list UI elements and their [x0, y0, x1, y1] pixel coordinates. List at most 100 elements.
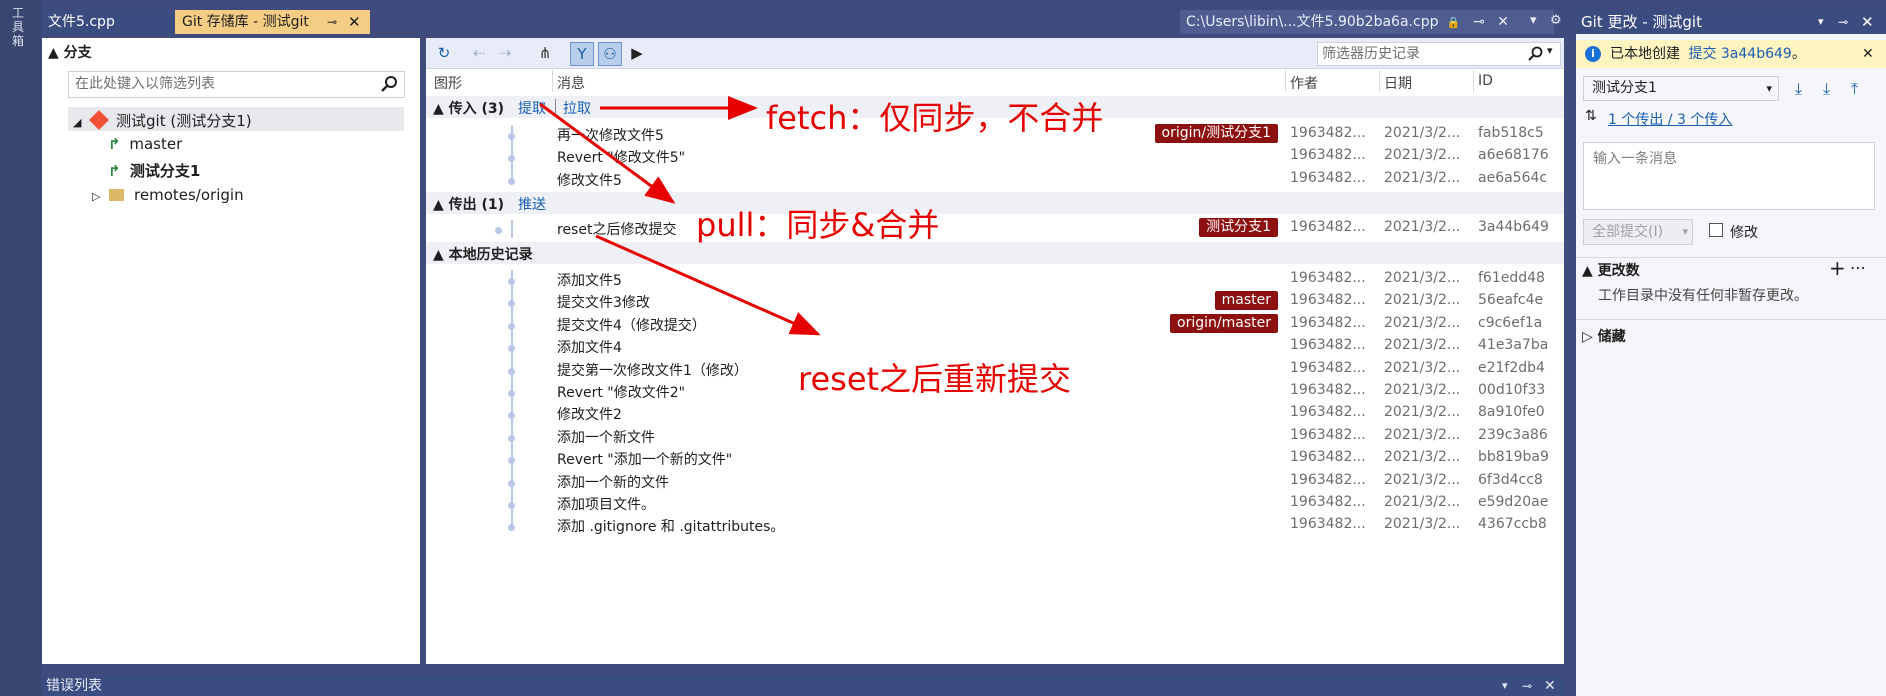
commit-date[interactable]: 2021/3/2... — [1384, 449, 1460, 465]
section-outgoing[interactable] — [426, 192, 1564, 214]
branches-header[interactable]: ▲ 分支 — [48, 42, 92, 62]
commit-author[interactable]: 1963482... — [1290, 449, 1366, 465]
commit-author[interactable]: 1963482... — [1290, 472, 1366, 488]
close-icon[interactable]: ✕ — [1497, 14, 1509, 30]
pin-icon[interactable]: ⊸ — [327, 10, 337, 34]
pull-icon[interactable]: ⇢ — [494, 42, 516, 64]
commit-message[interactable]: Revert "修改文件2" — [557, 382, 685, 402]
commit-date[interactable]: 2021/3/2... — [1384, 219, 1460, 235]
commit-author[interactable]: 1963482... — [1290, 219, 1366, 235]
commit-message[interactable]: 提交第一次修改文件1（修改） — [557, 360, 748, 380]
col-divider[interactable] — [552, 70, 553, 92]
branch-filter-input[interactable]: 在此处键入以筛选列表 — [68, 71, 405, 98]
branch-select[interactable]: 测试分支1 ▾ — [1583, 76, 1779, 101]
commit-id[interactable]: fab518c5 — [1478, 125, 1544, 141]
commit-id[interactable]: 239c3a86 — [1478, 427, 1548, 443]
tab-file-path[interactable]: C:\Users\libin\...文件5.90b2ba6a.cpp 🔒 ⊸ ✕ — [1180, 10, 1554, 34]
commit-date[interactable]: 2021/3/2... — [1384, 360, 1460, 376]
commit-message[interactable]: 提交文件3修改 — [557, 292, 650, 312]
commit-id[interactable]: bb819ba9 — [1478, 449, 1549, 465]
commit-id[interactable]: 3a44b649 — [1478, 219, 1549, 235]
commit-id[interactable]: a6e68176 — [1478, 147, 1549, 163]
commit-author[interactable]: 1963482... — [1290, 270, 1366, 286]
commit-author[interactable]: 1963482... — [1290, 292, 1366, 308]
commit-author[interactable]: 1963482... — [1290, 170, 1366, 186]
commit-id[interactable]: e59d20ae — [1478, 494, 1548, 510]
col-id[interactable]: ID — [1478, 73, 1493, 89]
history-search-input[interactable]: 筛选器历史记录 — [1317, 42, 1561, 66]
commit-message[interactable]: 提交文件4（修改提交） — [557, 315, 706, 335]
branch-badge[interactable]: origin/测试分支1 — [1154, 124, 1278, 143]
tab-git-repository[interactable]: Git 存储库 - 测试git ⊸ ✕ — [175, 10, 370, 34]
toolbox-strip[interactable]: 工具箱 — [0, 0, 41, 696]
col-message[interactable]: 消息 — [557, 73, 585, 93]
commit-id[interactable]: c9c6ef1a — [1478, 315, 1542, 331]
commit-date[interactable]: 2021/3/2... — [1384, 292, 1460, 308]
error-list-bar[interactable]: 错误列表 ▾ ⊸ ✕ — [42, 676, 1564, 696]
col-author[interactable]: 作者 — [1290, 73, 1318, 93]
chevron-down-icon[interactable]: ▾ — [1547, 44, 1553, 57]
commit-date[interactable]: 2021/3/2... — [1384, 170, 1460, 186]
commit-author[interactable]: 1963482... — [1290, 404, 1366, 420]
commit-date[interactable]: 2021/3/2... — [1384, 516, 1460, 532]
git-changes-title[interactable]: Git 更改 - 测试git ▾ ⊸ ✕ — [1576, 10, 1886, 34]
chevron-down-icon[interactable]: ▾ — [1682, 220, 1688, 244]
commit-message-input[interactable]: 输入一条消息 — [1583, 142, 1875, 210]
commit-id[interactable]: 6f3d4cc8 — [1478, 472, 1543, 488]
commit-message[interactable]: 修改文件5 — [557, 170, 622, 190]
commit-link[interactable]: 提交 3a44b649 — [1688, 46, 1791, 62]
branch-badge[interactable]: origin/master — [1170, 314, 1278, 333]
commit-date[interactable]: 2021/3/2... — [1384, 427, 1460, 443]
commit-id[interactable]: f61edd48 — [1478, 270, 1545, 286]
amend-checkbox[interactable] — [1709, 223, 1723, 237]
commit-id[interactable]: e21f2db4 — [1478, 360, 1545, 376]
push-link[interactable]: 推送 — [518, 194, 546, 214]
branch-badge[interactable]: 测试分支1 — [1199, 218, 1278, 237]
commit-message[interactable]: 添加文件4 — [557, 337, 622, 357]
refresh-icon[interactable]: ↻ — [433, 42, 455, 64]
commit-author[interactable]: 1963482... — [1290, 337, 1366, 353]
commit-message[interactable]: 添加一个新文件 — [557, 427, 655, 447]
dropdown-icon[interactable]: ▾ — [1530, 13, 1537, 28]
col-graph[interactable]: 图形 — [434, 73, 462, 93]
commit-message[interactable]: Revert "修改文件5" — [557, 147, 685, 167]
commit-author[interactable]: 1963482... — [1290, 494, 1366, 510]
commit-message[interactable]: 添加文件5 — [557, 270, 622, 290]
fetch-icon[interactable]: ⇠ — [468, 42, 490, 64]
toolbox-label[interactable]: 工具箱 — [12, 6, 28, 48]
tree-item-remotes[interactable]: ▷ remotes/origin — [92, 186, 244, 204]
sync-link[interactable]: 1 个传出 / 3 个传入 — [1608, 109, 1732, 129]
col-divider[interactable] — [1285, 70, 1286, 92]
tab-file5-cpp[interactable]: 文件5.cpp — [41, 10, 175, 34]
col-divider[interactable] — [1473, 70, 1474, 92]
outgoing-label[interactable]: ▲ 传出 (1) — [433, 194, 504, 214]
commit-date[interactable]: 2021/3/2... — [1384, 125, 1460, 141]
commit-author[interactable]: 1963482... — [1290, 360, 1366, 376]
commit-date[interactable]: 2021/3/2... — [1384, 147, 1460, 163]
commit-id[interactable]: 8a910fe0 — [1478, 404, 1545, 420]
commit-message[interactable]: 再一次修改文件5 — [557, 125, 664, 145]
stashes-header[interactable]: ▷ 储藏 — [1582, 326, 1626, 346]
local-label[interactable]: ▲ 本地历史记录 — [433, 244, 533, 264]
expand-icon[interactable]: ▷ — [92, 190, 100, 203]
pin-icon[interactable]: ⊸ — [1838, 10, 1848, 34]
commit-date[interactable]: 2021/3/2... — [1384, 404, 1460, 420]
commit-id[interactable]: 41e3a7ba — [1478, 337, 1548, 353]
commit-date[interactable]: 2021/3/2... — [1384, 472, 1460, 488]
commit-id[interactable]: 56eafc4e — [1478, 292, 1543, 308]
pull-icon[interactable]: ⤓ — [1823, 79, 1830, 99]
gear-icon[interactable]: ⚙ — [1550, 13, 1562, 28]
tree-item-master[interactable]: ↱ master — [108, 135, 182, 153]
pull-link[interactable]: 拉取 — [563, 98, 591, 118]
commit-id[interactable]: 4367ccb8 — [1478, 516, 1547, 532]
commit-message[interactable]: 添加 .gitignore 和 .gitattributes。 — [557, 516, 784, 536]
commit-author[interactable]: 1963482... — [1290, 427, 1366, 443]
more-icon[interactable]: ⋯ — [1850, 258, 1866, 277]
commit-message[interactable]: 添加一个新的文件 — [557, 472, 669, 492]
tree-item-repo[interactable]: ◢ 测试git (测试分支1) — [73, 110, 252, 131]
branch-badge[interactable]: master — [1214, 291, 1278, 310]
commit-date[interactable]: 2021/3/2... — [1384, 337, 1460, 353]
commit-author[interactable]: 1963482... — [1290, 125, 1366, 141]
col-divider[interactable] — [1379, 70, 1380, 92]
push-icon[interactable]: ⤒ — [1851, 79, 1858, 99]
